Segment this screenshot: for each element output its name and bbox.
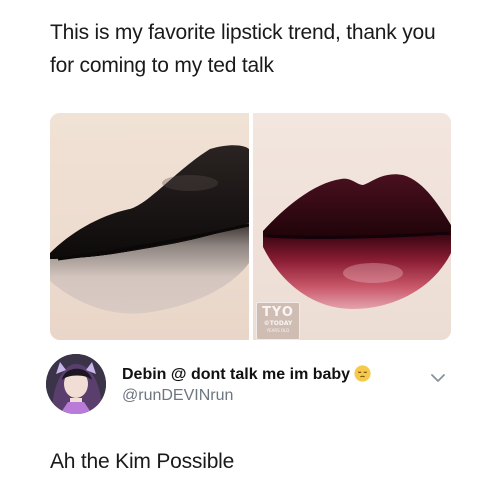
watermark-small-text: ©TODAY bbox=[263, 320, 293, 327]
post-caption: This is my favorite lipstick trend, than… bbox=[50, 21, 436, 77]
reply-tweet[interactable]: Debin @ dont talk me im baby @runDEVINru… bbox=[46, 354, 466, 424]
watermark-tiny-text: YEARS OLD bbox=[266, 328, 290, 333]
tyo-watermark-logo: TYO ©TODAY YEARS OLD bbox=[256, 302, 300, 340]
lipstick-photo-collage[interactable] bbox=[50, 113, 451, 340]
watermark-big-text: TYO bbox=[262, 305, 294, 320]
lipstick-photo-left[interactable] bbox=[50, 113, 249, 340]
pensive-face-emoji-icon bbox=[354, 365, 371, 382]
reply-body-text: Ah the Kim Possible bbox=[50, 450, 235, 473]
avatar[interactable] bbox=[46, 354, 106, 414]
reply-display-name[interactable]: Debin @ dont talk me im baby bbox=[122, 365, 371, 384]
display-name-text: Debin @ dont talk me im baby bbox=[122, 366, 351, 383]
chevron-down-icon[interactable] bbox=[430, 372, 446, 384]
reply-handle[interactable]: @runDEVINrun bbox=[122, 387, 233, 405]
